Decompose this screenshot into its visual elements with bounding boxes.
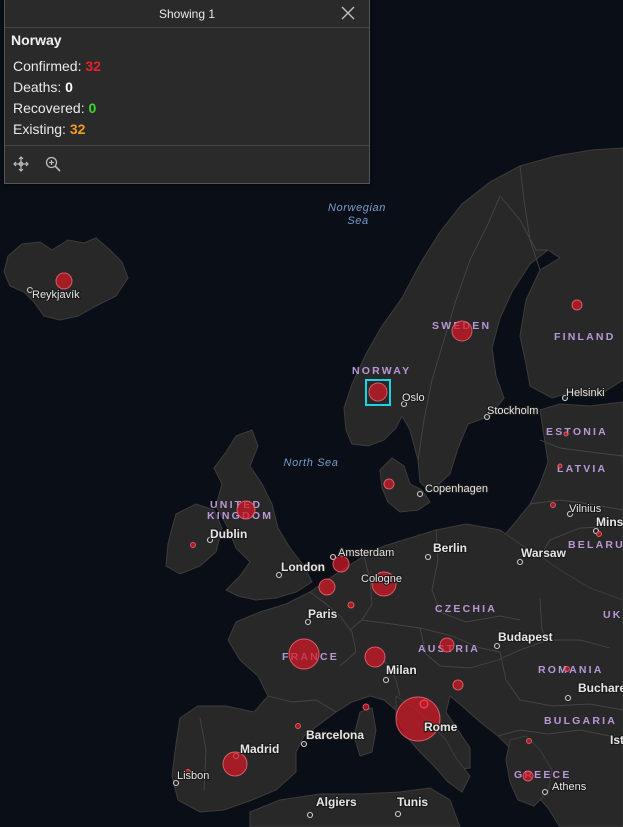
case-bubble[interactable] [190, 542, 196, 548]
city-label: Cologne [361, 573, 402, 585]
sea-label-norwegian-2: Sea [347, 215, 368, 227]
case-bubble[interactable] [236, 500, 256, 520]
existing-value: 32 [69, 121, 86, 137]
country-label: LATVIA [557, 463, 607, 475]
city-label: Paris [308, 607, 338, 621]
country-label: ESTONIA [546, 426, 608, 438]
case-bubble[interactable] [564, 666, 570, 672]
case-bubble[interactable] [526, 738, 532, 744]
recovered-value: 0 [88, 100, 97, 116]
zoom-to-icon[interactable] [45, 156, 61, 172]
existing-label: Existing: [13, 121, 66, 137]
city-label: London [281, 560, 325, 574]
case-bubble[interactable] [318, 578, 336, 596]
city-dot [306, 811, 314, 819]
popup-header: Showing 1 [5, 0, 369, 28]
city-label: Bucharest [578, 681, 623, 695]
sea-label-norwegian-1: Norwegian [328, 202, 386, 214]
city-label: Rome [424, 720, 458, 734]
city-label: Lisbon [177, 770, 209, 782]
case-bubble[interactable] [451, 320, 473, 342]
country-label: BELARUS [568, 539, 623, 551]
city-dot [541, 788, 549, 796]
popup-title: Norway [11, 32, 62, 48]
close-icon[interactable] [341, 6, 355, 20]
city-label: Budapest [498, 630, 553, 644]
case-bubble[interactable] [364, 646, 386, 668]
city-label: Warsaw [521, 546, 567, 560]
country-label: BULGARIA [544, 715, 617, 727]
city-label: Milan [386, 663, 417, 677]
country-label: NORWAY [352, 365, 411, 377]
case-bubble[interactable] [295, 723, 301, 729]
move-icon[interactable] [13, 156, 29, 172]
case-bubble[interactable] [362, 703, 370, 711]
case-bubble[interactable] [395, 696, 441, 742]
city-label: Copenhagen [425, 483, 488, 495]
city-label: Berlin [433, 541, 467, 555]
deaths-label: Deaths: [13, 79, 62, 95]
case-bubble[interactable] [522, 770, 534, 782]
city-label: Stockholm [487, 405, 538, 417]
case-bubble[interactable] [419, 699, 429, 709]
recovered-label: Recovered: [13, 100, 85, 116]
case-bubble[interactable] [55, 272, 73, 290]
city-label: Helsinki [566, 387, 605, 399]
popup-body: Norway Confirmed: 32 Deaths: 0 Recovered… [5, 28, 369, 146]
city-dot [516, 558, 524, 566]
city-dot [493, 642, 501, 650]
country-label: UK [603, 609, 623, 621]
popup-actions [5, 146, 369, 182]
city-label: Vilnius [569, 503, 602, 515]
city-label: Barcelona [306, 728, 364, 742]
popup-header-text: Showing 1 [158, 6, 216, 21]
city-label: Tunis [397, 795, 428, 809]
city-label: Reykjavík [32, 289, 80, 301]
case-bubble-norway[interactable] [368, 382, 388, 402]
deaths-value: 0 [65, 79, 73, 95]
city-dot [564, 694, 572, 702]
case-bubble[interactable] [596, 531, 602, 537]
case-bubble[interactable] [557, 463, 563, 469]
recovered-row: Recovered: 0 [13, 100, 363, 116]
case-bubble[interactable] [383, 478, 395, 490]
city-label: Oslo [402, 392, 425, 404]
city-dot [382, 676, 390, 684]
confirmed-row: Confirmed: 32 [13, 58, 363, 74]
case-bubble[interactable] [571, 299, 583, 311]
case-bubble[interactable] [452, 679, 464, 691]
case-bubble[interactable] [288, 638, 320, 670]
city-label: Istanbul [610, 733, 623, 747]
city-dot [394, 810, 402, 818]
case-bubble[interactable] [439, 637, 455, 653]
city-label: Madrid [240, 742, 279, 756]
case-bubble[interactable] [550, 502, 556, 508]
city-dot [416, 490, 424, 498]
city-dot [300, 740, 308, 748]
info-popup: Showing 1 Norway Confirmed: 32 Deaths: 0… [4, 0, 370, 184]
existing-row: Existing: 32 [13, 121, 363, 137]
city-dot [424, 553, 432, 561]
city-label: Algiers [316, 795, 357, 809]
city-label: Amsterdam [338, 547, 394, 559]
sea-label-north: North Sea [284, 457, 339, 469]
country-label: ROMANIA [538, 664, 604, 676]
case-bubble[interactable] [563, 431, 569, 437]
city-label: Minsk [596, 515, 623, 529]
city-label: Athens [552, 781, 587, 793]
confirmed-label: Confirmed: [13, 58, 82, 74]
deaths-row: Deaths: 0 [13, 79, 363, 95]
city-label: Dublin [210, 527, 247, 541]
country-label: CZECHIA [435, 603, 497, 615]
confirmed-value: 32 [85, 58, 101, 74]
country-label: FINLAND [554, 331, 615, 343]
case-bubble[interactable] [347, 601, 355, 609]
